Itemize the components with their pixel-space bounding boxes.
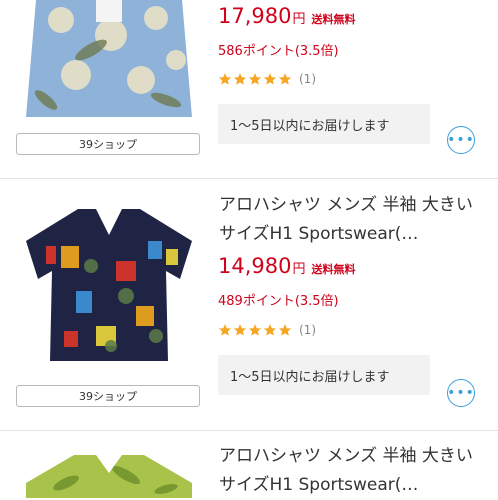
points-label: 489ポイント(3.5倍) <box>218 294 339 309</box>
product-card[interactable]: 17,980 円 送料無料 586ポイント(3.5倍) (1) 1〜5日以内にお… <box>0 0 498 178</box>
price-row: 14,980 円 送料無料 <box>218 254 356 284</box>
star-icon <box>278 324 292 336</box>
currency-label: 円 <box>292 12 306 27</box>
free-shipping-label: 送料無料 <box>311 13 356 26</box>
review-count[interactable]: (1) <box>299 72 316 86</box>
shop-button[interactable]: 39ショップ <box>16 133 200 155</box>
star-icon <box>233 73 247 85</box>
review-count[interactable]: (1) <box>299 323 316 337</box>
product-image[interactable] <box>16 453 202 498</box>
star-icon <box>263 73 277 85</box>
product-card[interactable]: アロハシャツ メンズ 半袖 大きいサイズH1 Sportswear(… <box>0 431 498 498</box>
star-icon <box>233 324 247 336</box>
product-card[interactable]: アロハシャツ メンズ 半袖 大きいサイズH1 Sportswear(… 14,9… <box>0 179 498 429</box>
shop-button[interactable]: 39ショップ <box>16 385 200 407</box>
star-icon <box>218 73 232 85</box>
delivery-info: 1〜5日以内にお届けします <box>218 104 430 144</box>
star-icon <box>218 324 232 336</box>
price: 14,980 <box>218 254 292 278</box>
star-icon <box>248 73 262 85</box>
product-image[interactable] <box>16 0 202 117</box>
star-icon <box>263 324 277 336</box>
product-image[interactable] <box>16 201 202 367</box>
star-icon <box>278 73 292 85</box>
rating-stars: (1) <box>218 72 316 86</box>
price: 17,980 <box>218 4 292 28</box>
delivery-info: 1〜5日以内にお届けします <box>218 355 430 395</box>
more-icon[interactable]: ••• <box>447 126 475 154</box>
free-shipping-label: 送料無料 <box>311 263 356 276</box>
more-icon[interactable]: ••• <box>447 379 475 407</box>
price-row: 17,980 円 送料無料 <box>218 4 356 34</box>
points-label: 586ポイント(3.5倍) <box>218 44 339 59</box>
product-title[interactable]: アロハシャツ メンズ 半袖 大きいサイズH1 Sportswear(… <box>219 191 481 249</box>
star-icon <box>248 324 262 336</box>
rating-stars: (1) <box>218 323 316 337</box>
currency-label: 円 <box>292 262 306 277</box>
product-title[interactable]: アロハシャツ メンズ 半袖 大きいサイズH1 Sportswear(… <box>219 442 481 500</box>
